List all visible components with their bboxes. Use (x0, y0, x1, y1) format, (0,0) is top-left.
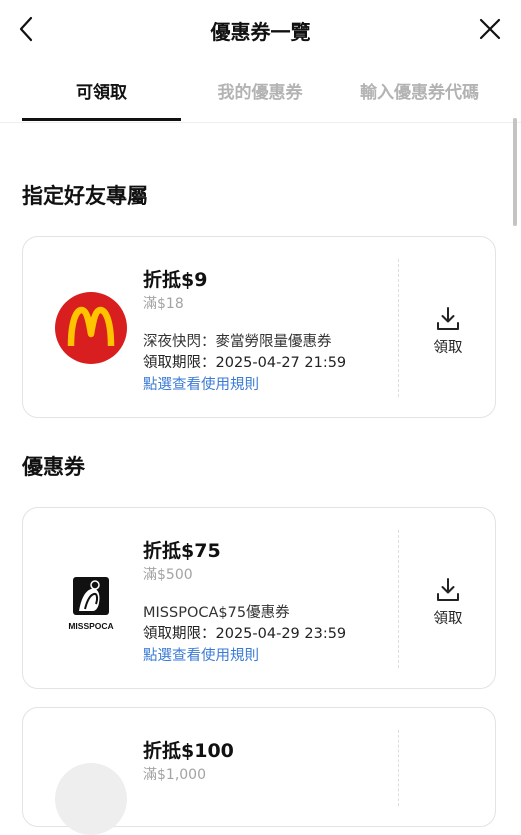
claim-button[interactable]: 領取 (419, 576, 477, 628)
dashed-divider (398, 730, 399, 806)
coupon-claim-period: 領取期限：2025-04-27 21:59 (143, 355, 347, 371)
coupon-card: 折抵$100 滿$1,000 (22, 707, 496, 835)
close-button[interactable] (475, 14, 505, 44)
tab-bar: 可領取 我的優惠券 輸入優惠券代碼 (0, 58, 521, 123)
dashed-divider (398, 259, 399, 397)
coupon-description: 深夜快閃：麥當勞限量優惠券 (143, 334, 332, 350)
tab-enter-code[interactable]: 輸入優惠券代碼 (342, 78, 497, 103)
close-icon (479, 18, 501, 40)
tab-my-coupons[interactable]: 我的優惠券 (200, 78, 320, 103)
section-title-coupons: 優惠券 (22, 455, 85, 479)
top-bar: 優惠券一覽 (0, 0, 521, 58)
coupon-minimum: 滿$500 (143, 567, 193, 583)
coupon-card: 折抵$9 滿$18 深夜快閃：麥當勞限量優惠券 領取期限：2025-04-27 … (22, 236, 496, 418)
misspoca-logo: MISSPOCA (55, 563, 127, 635)
active-tab-indicator (22, 118, 181, 121)
tab-claimable[interactable]: 可領取 (22, 78, 181, 103)
coupon-minimum: 滿$1,000 (143, 767, 206, 783)
download-icon (437, 578, 459, 601)
claim-label: 領取 (433, 611, 463, 627)
mcdonalds-logo (55, 292, 127, 364)
download-icon (437, 307, 459, 330)
coupon-claim-period: 領取期限：2025-04-29 23:59 (143, 626, 347, 642)
coupon-minimum: 滿$18 (143, 296, 184, 312)
svg-text:MISSPOCA: MISSPOCA (68, 621, 113, 631)
dashed-divider (398, 530, 399, 668)
coupon-description: MISSPOCA$75優惠券 (143, 605, 290, 621)
coupon-card: MISSPOCA 折抵$75 滿$500 MISSPOCA$75優惠券 領取期限… (22, 507, 496, 689)
coupon-amount: 折抵$100 (143, 740, 234, 762)
coupon-amount: 折抵$9 (143, 269, 208, 291)
coupon-amount: 折抵$75 (143, 540, 221, 562)
usage-rules-link[interactable]: 點選查看使用規則 (143, 644, 259, 665)
usage-rules-link[interactable]: 點選查看使用規則 (143, 373, 259, 394)
claim-label: 領取 (433, 340, 463, 356)
section-title-friends-only: 指定好友專屬 (22, 184, 148, 208)
store-logo (55, 763, 127, 835)
page-title: 優惠券一覽 (210, 20, 311, 44)
claim-button[interactable]: 領取 (419, 305, 477, 357)
scrollbar[interactable] (513, 118, 517, 226)
